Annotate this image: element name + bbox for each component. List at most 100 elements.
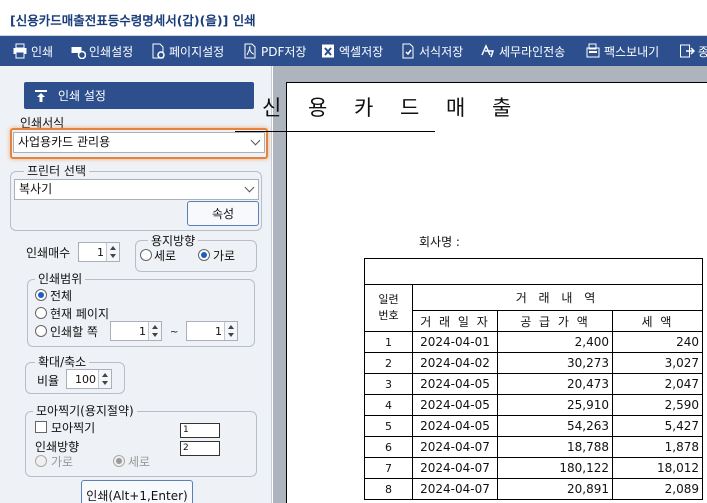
nup-direction-portrait-radio[interactable] [113,455,125,467]
nup-direction-landscape-label: 가로 [51,455,74,469]
range-separator: ~ [170,327,179,338]
header-transaction-group: 거 래 내 역 [412,284,703,311]
orientation-portrait-label: 세로 [154,249,177,263]
print-settings-title: 인쇄 설정 [58,89,106,103]
cell-serial-no: 2 [364,352,413,374]
title-bar: [신용카드매출전표등수령명세서(갑)(을)] 인쇄 [0,0,707,36]
printer-select-value: 복사기 [19,182,53,196]
toolbar-exit-label: 종 [698,44,707,59]
cell-tax: 5,427 [612,415,703,437]
toolbar-print-settings-button[interactable]: 인쇄설정 [70,36,133,66]
toolbar: 인쇄 인쇄설정 페이지설정 PDF저장 엑셀저장 서식저장 세무라인전송 팩스보… [0,36,707,66]
cell-date: 2024-04-05 [412,373,498,395]
cell-amount: 2,400 [497,331,613,353]
cell-serial-no: 1 [364,331,413,353]
nup-direction-portrait-label: 세로 [128,455,151,469]
toolbar-pdf-save-label: PDF저장 [261,44,307,59]
orientation-landscape-radio[interactable] [198,249,210,261]
header-serial-no: 일련 번호 [364,284,413,332]
cell-amount: 18,788 [497,436,613,458]
table-row: 8 2024-04-07 20,891 2,089 [364,478,703,500]
range-current-radio[interactable] [35,307,47,319]
toolbar-pdf-save-button[interactable]: PDF저장 [242,36,306,66]
cell-tax: 240 [612,331,703,353]
cell-date: 2024-04-05 [412,415,498,437]
upload-icon [35,89,47,102]
document-title-underline [235,131,435,132]
copies-spinner[interactable]: 1 [78,242,120,262]
toolbar-fax-button[interactable]: 팩스보내기 [585,36,659,66]
cell-amount: 30,273 [497,352,613,374]
cell-tax: 18,012 [612,457,703,479]
properties-button[interactable]: 속성 [187,201,259,226]
orientation-landscape-label: 가로 [213,249,236,263]
cell-amount: 25,910 [497,394,613,416]
range-from-spinner[interactable]: 1 [110,321,162,341]
zoom-value: 100 [75,373,96,386]
range-pages-label: 인쇄할 쪽 [50,325,98,339]
table-top-cell [364,258,703,285]
form-save-icon [402,43,414,59]
cell-serial-no: 5 [364,415,413,437]
nup-cols-input[interactable]: 1 [180,423,220,438]
cell-date: 2024-04-07 [412,457,498,479]
nup-rows-input[interactable]: 2 [180,441,220,456]
form-select[interactable]: 사업용카드 관리용 [13,132,265,153]
tax-line-send-icon [481,44,495,58]
toolbar-tax-line-send-button[interactable]: 세무라인전송 [480,36,565,66]
spinner-arrows-icon[interactable] [98,370,111,388]
nup-checkbox-label: 모아찍기 [51,421,96,435]
toolbar-tax-line-send-label: 세무라인전송 [499,44,566,59]
toolbar-fax-label: 팩스보내기 [604,44,660,59]
table-row: 7 2024-04-07 180,122 18,012 [364,457,703,479]
table-subheader-row: 거 래 일 자 공 급 가 액 세 액 [365,310,703,332]
range-all-radio[interactable] [35,289,47,301]
transaction-table: 일련 번호 거 래 내 역 거 래 일 자 공 급 가 액 세 액 1 2024-… [364,258,703,500]
cell-tax: 1,878 [612,436,703,458]
print-settings-panel: 인쇄 설정 인쇄서식 사업용카드 관리용 프린터 선택 복사기 속성 인쇄매수 … [0,66,272,503]
copies-value: 1 [97,246,104,259]
toolbar-form-save-button[interactable]: 서식저장 [400,36,463,66]
print-settings-icon [71,47,86,59]
cell-amount: 180,122 [497,457,613,479]
zoom-group-title: 확대/축소 [35,353,90,370]
cell-amount: 20,473 [497,373,613,395]
toolbar-excel-save-button[interactable]: 엑셀저장 [320,36,383,66]
table-row: 4 2024-04-05 25,910 2,590 [364,394,703,416]
exit-icon [680,44,695,58]
toolbar-print-label: 인쇄 [31,44,54,59]
toolbar-exit-button[interactable]: 종 [679,36,707,66]
document-title: 신 용 카 드 매 출 [262,96,522,120]
zoom-spinner[interactable]: 100 [66,369,112,389]
table-top-row [364,258,703,285]
range-to-value: 1 [215,325,222,338]
toolbar-print-button[interactable]: 인쇄 [12,36,53,66]
cell-date: 2024-04-01 [412,331,498,353]
spinner-arrows-icon[interactable] [106,243,119,261]
cell-date: 2024-04-05 [412,394,498,416]
nup-checkbox[interactable] [35,421,47,433]
orientation-portrait-radio[interactable] [140,249,152,261]
spinner-arrows-icon[interactable] [148,322,161,340]
toolbar-page-settings-button[interactable]: 페이지설정 [150,36,224,66]
header-tax: 세 액 [612,310,703,332]
printer-select[interactable]: 복사기 [14,179,259,200]
page-settings-icon [152,43,165,59]
table-row: 2 2024-04-02 30,273 3,027 [364,352,703,374]
cell-serial-no: 7 [364,457,413,479]
nup-direction-landscape-radio[interactable] [35,455,47,467]
window-title: [신용카드매출전표등수령명세서(갑)(을)] 인쇄 [10,13,256,28]
cell-amount: 20,891 [497,478,613,500]
toolbar-print-settings-label: 인쇄설정 [89,44,134,59]
pdf-icon [244,43,256,59]
range-to-spinner[interactable]: 1 [186,321,238,341]
printer-group-title: 프린터 선택 [24,162,90,179]
company-label: 회사명 : [419,235,460,249]
copies-label: 인쇄매수 [26,246,71,260]
header-amount: 공 급 가 액 [497,310,613,332]
print-button[interactable]: 인쇄(Alt+1,Enter) [81,480,193,503]
spinner-arrows-icon[interactable] [224,322,237,340]
cell-serial-no: 8 [364,478,413,500]
range-pages-radio[interactable] [35,325,47,337]
nup-group-title: 모아찍기(용지절약) [33,402,137,419]
